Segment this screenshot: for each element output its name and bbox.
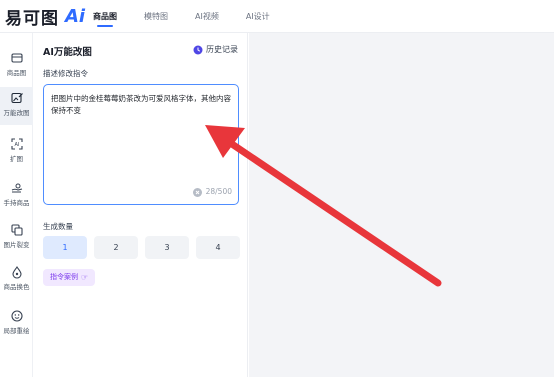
logo-ai-mark: Ai xyxy=(65,5,86,27)
tab-product-image[interactable]: 商品图 xyxy=(93,0,117,33)
logo-text: 易可图 xyxy=(5,8,59,29)
sidebar-item-label: 商品换色 xyxy=(3,283,30,291)
expand-image-icon: AI xyxy=(10,138,23,150)
sidebar-item-product-image[interactable]: 商品图 xyxy=(0,47,33,85)
color-swap-icon xyxy=(11,266,22,279)
edit-image-icon xyxy=(10,92,23,104)
example-label: 指令案例 xyxy=(50,273,78,281)
char-counter: 28/500 xyxy=(192,186,232,198)
history-button[interactable]: 历史记录 xyxy=(193,44,238,55)
tab-model-image[interactable]: 模特图 xyxy=(144,0,168,33)
instruction-input[interactable]: 把图片中的金桂莓莓奶茶改为可爱风格字体，其他内容保持不变 28/500 xyxy=(43,84,239,205)
sidebar-item-hand-hold[interactable]: 手持商品 xyxy=(0,177,33,215)
image-frame-icon xyxy=(10,53,23,63)
top-nav: 商品图 模特图 AI视频 AI设计 xyxy=(93,0,297,33)
pointing-hand-icon: ☞ xyxy=(81,273,89,282)
char-count: 28/500 xyxy=(205,187,232,196)
image-canvas[interactable] xyxy=(249,33,554,377)
quantity-option-1[interactable]: 1 xyxy=(43,236,87,259)
quantity-selector: 1 2 3 4 xyxy=(43,236,240,259)
tab-ai-video[interactable]: AI视频 xyxy=(195,0,219,33)
sidebar-item-label: 扩图 xyxy=(10,155,23,163)
hand-hold-icon xyxy=(11,183,22,193)
instruction-label: 描述修改指令 xyxy=(43,69,88,78)
sidebar-item-redraw[interactable]: 局部重绘 xyxy=(0,305,33,343)
history-clock-icon xyxy=(193,45,203,54)
tool-sidebar: 商品图 万能改图 AI 扩图 手持商品 图片裂变 商品换色 局部重绘 xyxy=(0,33,33,377)
history-label: 历史记录 xyxy=(206,45,238,54)
quantity-option-3[interactable]: 3 xyxy=(145,236,189,259)
image-variation-icon xyxy=(10,224,23,236)
example-instructions-button[interactable]: 指令案例 ☞ xyxy=(43,269,96,286)
sidebar-item-label: 万能改图 xyxy=(3,109,30,117)
face-redraw-icon xyxy=(10,310,23,322)
sidebar-item-color-swap[interactable]: 商品换色 xyxy=(0,261,33,299)
quantity-option-4[interactable]: 4 xyxy=(196,236,240,259)
svg-text:AI: AI xyxy=(14,142,19,148)
quantity-option-2[interactable]: 2 xyxy=(94,236,138,259)
sidebar-item-edit-image[interactable]: 万能改图 xyxy=(0,87,33,125)
sidebar-item-label: 手持商品 xyxy=(3,199,30,207)
brand-logo[interactable]: 易可图 Ai xyxy=(5,4,86,29)
quantity-label: 生成数量 xyxy=(43,222,73,231)
clear-icon[interactable] xyxy=(192,187,202,197)
instruction-text: 把图片中的金桂莓莓奶茶改为可爱风格字体，其他内容保持不变 xyxy=(51,94,231,115)
top-bar: 易可图 Ai 商品图 模特图 AI视频 AI设计 xyxy=(0,0,554,33)
sidebar-item-label: 商品图 xyxy=(6,69,27,77)
edit-panel: AI万能改图 历史记录 描述修改指令 把图片中的金桂莓莓奶茶改为可爱风格字体，其… xyxy=(33,33,248,377)
sidebar-item-image-variation[interactable]: 图片裂变 xyxy=(0,219,33,257)
tab-ai-design[interactable]: AI设计 xyxy=(246,0,270,33)
sidebar-item-label: 局部重绘 xyxy=(3,327,30,335)
sidebar-item-expand[interactable]: AI 扩图 xyxy=(0,133,33,171)
panel-title: AI万能改图 xyxy=(43,47,92,58)
sidebar-item-label: 图片裂变 xyxy=(3,241,30,249)
